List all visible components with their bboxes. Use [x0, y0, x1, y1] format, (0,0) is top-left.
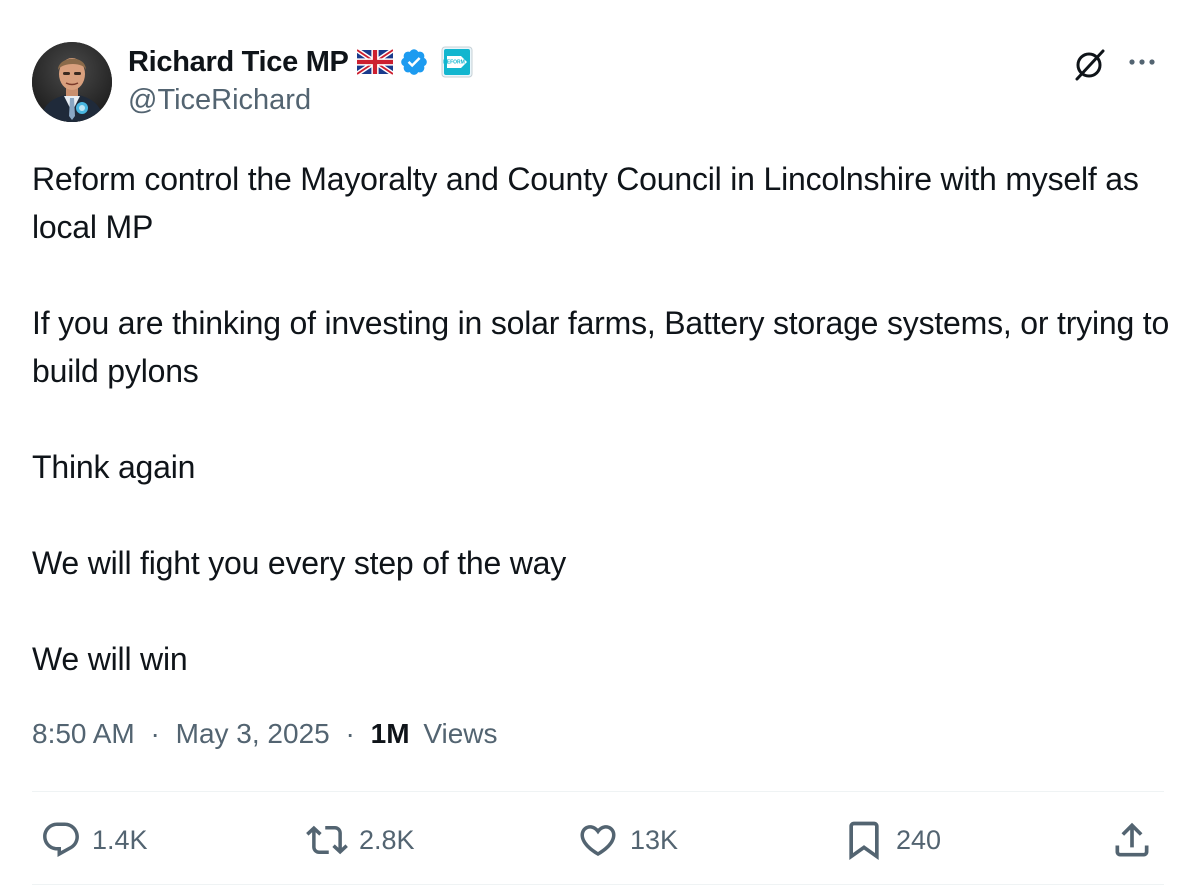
- divider: [32, 791, 1164, 792]
- tweet-paragraph: Think again: [32, 449, 196, 485]
- author-block: Richard Tice MP REFORM @TiceRichard: [128, 44, 473, 117]
- tweet-paragraph: We will fight you every step of the way: [32, 545, 567, 581]
- tweet-paragraph: Reform control the Mayoralty and County …: [32, 161, 1139, 245]
- union-jack-flag-icon: [356, 49, 393, 75]
- repost-button[interactable]: 2.8K: [305, 816, 415, 864]
- reply-count: 1.4K: [92, 824, 148, 855]
- repost-count: 2.8K: [359, 824, 415, 855]
- share-button[interactable]: [1110, 816, 1154, 864]
- tweet-text: Reform control the Mayoralty and County …: [32, 155, 1172, 683]
- tweet: Richard Tice MP REFORM @TiceRichard Refo…: [0, 0, 1190, 886]
- reform-uk-affiliate-icon[interactable]: REFORM: [441, 46, 473, 78]
- meta-separator: ·: [150, 718, 160, 749]
- like-button[interactable]: 13K: [576, 816, 678, 864]
- heart-icon: [580, 825, 616, 857]
- tweet-paragraph: If you are thinking of investing in sola…: [32, 305, 1170, 389]
- tweet-date[interactable]: May 3, 2025: [176, 718, 330, 749]
- views-count: 1M: [370, 718, 410, 749]
- tweet-meta: 8:50 AM · May 3, 2025 · 1M Views: [32, 718, 498, 750]
- divider: [32, 884, 1164, 885]
- repost-icon: [306, 825, 348, 855]
- tweet-paragraph: We will win: [32, 641, 188, 677]
- author-name[interactable]: Richard Tice MP: [128, 46, 349, 79]
- reply-button[interactable]: 1.4K: [40, 816, 148, 864]
- bookmark-count: 240: [896, 824, 942, 855]
- share-icon: [1115, 822, 1149, 857]
- views-label: Views: [423, 718, 498, 749]
- verified-badge-icon[interactable]: [399, 47, 429, 77]
- avatar-photo: [32, 42, 112, 122]
- bookmark-button[interactable]: 240: [842, 816, 941, 864]
- avatar[interactable]: [32, 42, 112, 122]
- meta-separator: ·: [345, 718, 355, 749]
- bookmark-icon: [849, 821, 879, 861]
- reply-icon: [43, 822, 79, 857]
- tweet-time[interactable]: 8:50 AM: [32, 718, 135, 749]
- affiliate-text: REFORM: [443, 60, 465, 66]
- like-count: 13K: [630, 824, 679, 855]
- grok-icon[interactable]: [1072, 46, 1108, 82]
- more-options-icon[interactable]: [1124, 47, 1160, 77]
- name-row: Richard Tice MP REFORM: [128, 44, 473, 80]
- author-handle[interactable]: @TiceRichard: [128, 84, 473, 117]
